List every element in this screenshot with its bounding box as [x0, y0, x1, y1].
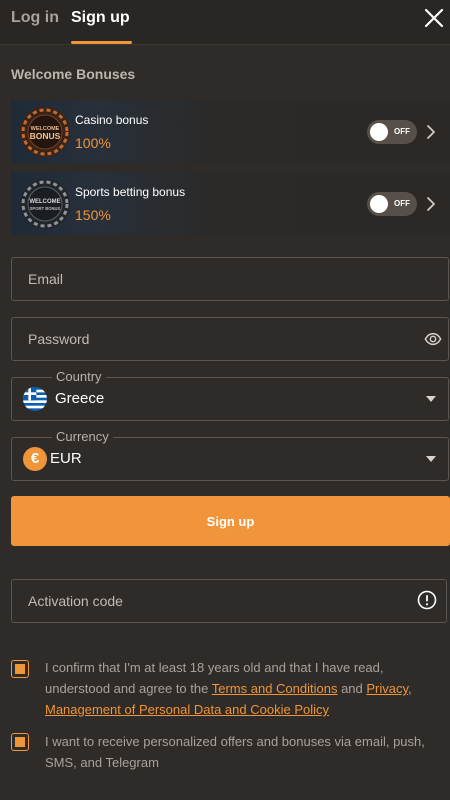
password-field-box: [11, 317, 449, 361]
signup-button[interactable]: Sign up: [11, 496, 450, 546]
eye-icon[interactable]: [424, 330, 442, 348]
offers-text: I want to receive personalized offers an…: [45, 734, 425, 770]
sports-bonus-percent: 150%: [75, 207, 111, 223]
currency-label: Currency: [52, 429, 113, 444]
checkbox-fill: [15, 737, 25, 747]
tab-login[interactable]: Log in: [11, 0, 59, 44]
email-field-box: [11, 257, 449, 301]
casino-badge-icon: WELCOME BONUS: [20, 107, 70, 157]
currency-value: EUR: [50, 450, 82, 467]
offers-checkbox[interactable]: [11, 733, 29, 751]
euro-icon: €: [23, 447, 47, 471]
sports-badge-line1: WELCOME: [29, 199, 60, 205]
country-select[interactable]: Country Greece: [11, 369, 449, 421]
sports-badge-line2: SPORT BONUS: [30, 206, 61, 211]
checkbox-fill: [15, 664, 25, 674]
chevron-down-icon[interactable]: [426, 456, 436, 462]
active-tab-indicator: [71, 41, 132, 44]
toggle-knob: [370, 123, 388, 141]
age-terms-text: I confirm that I'm at least 18 years old…: [45, 657, 440, 720]
close-icon[interactable]: [422, 6, 446, 30]
terms-link[interactable]: Terms and Conditions: [212, 681, 338, 696]
country-value: Greece: [55, 390, 105, 407]
toggle-knob: [370, 195, 388, 213]
toggle-off-label: OFF: [394, 199, 410, 208]
chevron-right-icon[interactable]: [425, 123, 437, 141]
sports-badge-icon: WELCOME SPORT BONUS: [20, 179, 70, 229]
section-title-bonuses: Welcome Bonuses: [11, 66, 136, 82]
chevron-right-icon[interactable]: [425, 195, 437, 213]
casino-badge-line2: BONUS: [30, 131, 61, 141]
sports-bonus-name: Sports betting bonus: [75, 185, 186, 199]
sports-bonus-card[interactable]: WELCOME SPORT BONUS Sports betting bonus…: [11, 172, 450, 235]
email-field[interactable]: [12, 258, 448, 300]
toggle-off-label: OFF: [394, 127, 410, 136]
casino-bonus-name: Casino bonus: [75, 113, 149, 127]
chevron-down-icon[interactable]: [426, 396, 436, 402]
sports-bonus-toggle[interactable]: OFF: [367, 192, 417, 216]
country-label: Country: [52, 369, 106, 384]
age-text-middle: and: [337, 681, 367, 696]
header: Log in Sign up: [0, 0, 450, 45]
currency-select[interactable]: Currency € EUR: [11, 429, 449, 481]
casino-bonus-card[interactable]: WELCOME BONUS Casino bonus 100% OFF: [11, 100, 450, 163]
age-terms-checkbox[interactable]: [11, 660, 29, 678]
casino-bonus-toggle[interactable]: OFF: [367, 120, 417, 144]
tab-signup[interactable]: Sign up: [71, 0, 132, 44]
tab-signup-label: Sign up: [71, 9, 130, 26]
password-field[interactable]: [12, 318, 448, 360]
casino-bonus-percent: 100%: [75, 135, 111, 151]
activation-code-box: [11, 579, 447, 623]
activation-code-input[interactable]: [12, 580, 446, 622]
info-icon[interactable]: [417, 590, 437, 610]
greece-flag-icon: [23, 387, 47, 411]
